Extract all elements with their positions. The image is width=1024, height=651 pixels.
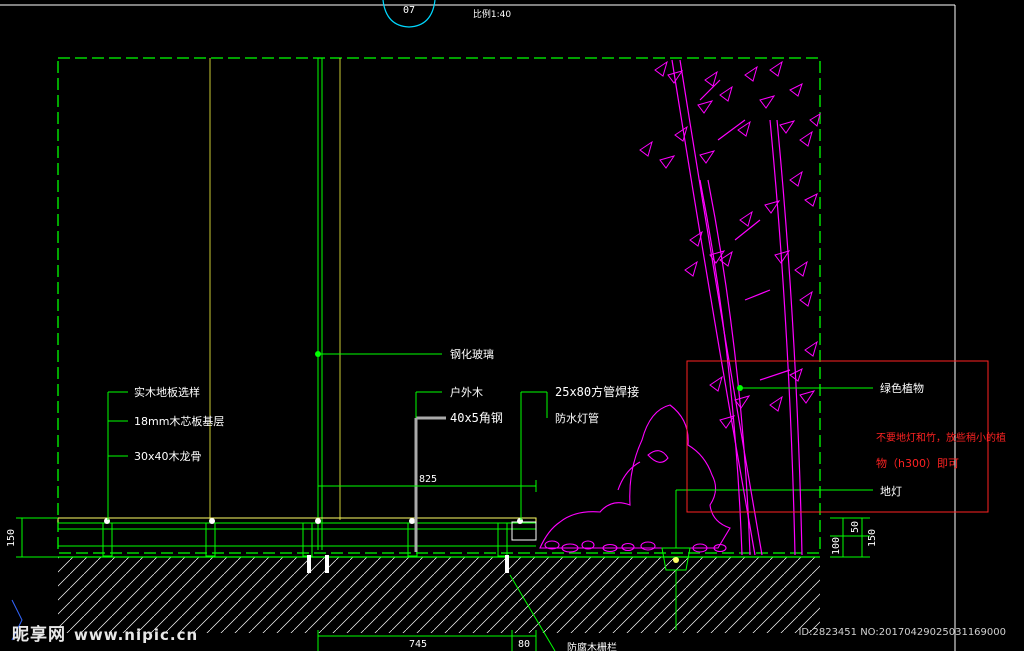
label-floor-finish: 实木地板选样: [134, 385, 200, 399]
bamboo-plant: [671, 59, 803, 556]
glass-leader-dot: [315, 351, 321, 357]
title-bubble-number: 07: [403, 5, 415, 16]
note-red-line-1: 不要地灯和竹，放些稍小的植: [876, 431, 1006, 444]
keel-posts: [102, 522, 508, 557]
leaders-left: [107, 353, 548, 520]
deck-surface: [57, 517, 537, 524]
label-keel: 30x40木龙骨: [134, 450, 202, 463]
dimension-right-100: 100: [831, 537, 842, 555]
watermark-brand: 昵享网 www.nipic.cn: [12, 620, 198, 645]
dimension-right-50: 50: [850, 521, 861, 533]
elevation-frame: [57, 57, 821, 554]
watermark-brand-name: 昵享网: [12, 625, 66, 645]
label-glass: 钢化玻璃: [450, 347, 494, 361]
label-ground-lamp: 地灯: [880, 485, 902, 498]
cad-drawing: 07 比例1:40 钢化玻璃 实木地板选样 18mm木芯板基层 30x40木龙骨…: [0, 0, 1006, 651]
dimension-left-150: 150: [6, 529, 17, 547]
label-bottom-cut: 防腐木栅栏: [567, 641, 617, 651]
watermark-site: www.nipic.cn: [74, 626, 199, 644]
note-red-line-2: 物（h300）即可: [876, 456, 959, 470]
angle-steel: [414, 416, 446, 552]
lamp-tube-box: [511, 521, 537, 541]
watermark-id: ID:2823451 NO:20170429025031169000: [798, 627, 1006, 638]
rock-garden: [539, 404, 731, 553]
dimension-80: 80: [518, 639, 530, 650]
label-waterproof-lamp: 防水灯管: [555, 411, 599, 425]
dimension-825: 825: [419, 474, 437, 485]
label-base-layer: 18mm木芯板基层: [134, 414, 224, 428]
deck-base-layer: [57, 522, 537, 530]
bamboo-leaves: [639, 60, 821, 429]
dimension-left-line: [16, 517, 58, 558]
label-angle-steel: 40x5角钢: [450, 411, 503, 425]
ground-lamp-dot: [673, 557, 679, 563]
label-outdoor-wood: 户外木: [450, 385, 483, 399]
label-tube-weld: 25x80方管焊接: [555, 384, 639, 399]
dimension-right-150: 150: [867, 529, 878, 547]
scale-text: 比例1:40: [473, 8, 511, 20]
label-green-plant: 绿色植物: [880, 381, 924, 395]
dimension-745: 745: [409, 639, 427, 650]
